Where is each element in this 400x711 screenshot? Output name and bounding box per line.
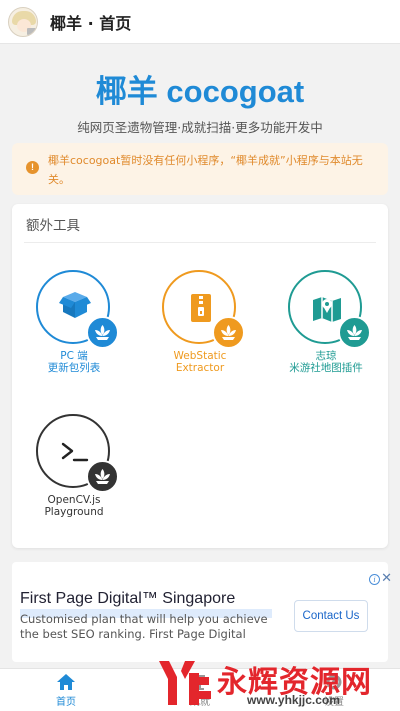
ad-headline[interactable]: First Page Digital™ Singapore (20, 590, 235, 608)
nav-item-home[interactable]: 首页 (16, 669, 116, 711)
card-title: 额外工具 (26, 218, 80, 234)
close-icon[interactable]: ✕ (381, 571, 392, 586)
hero-subtitle: 纯网页圣遗物管理·成就扫描·更多功能开发中 (77, 120, 323, 135)
page-title: 椰羊 · 首页 (50, 13, 132, 33)
watermark: 永辉资源网 www.yhkjjc.com (155, 655, 400, 711)
tool-label: 志琼 米游社地图插件 (289, 350, 363, 374)
lotus-badge-icon (338, 316, 371, 349)
info-icon: ! (26, 161, 39, 174)
ad-body: Customised plan that will help you achie… (20, 612, 268, 641)
avatar[interactable] (8, 6, 38, 37)
lotus-badge-icon (86, 316, 119, 349)
watermark-url: www.yhkjjc.com (247, 693, 340, 707)
hero-title: 椰羊 cocogoat (95, 74, 305, 109)
notice-text: 椰羊cocogoat暂时没有任何小程序，“椰羊成就”小程序与本站无关。 (48, 154, 363, 186)
tool-label: WebStatic Extractor (173, 350, 227, 374)
tool-map-plugin[interactable]: 志琼 米游社地图插件 (266, 270, 386, 380)
tools-card: 额外工具 PC 端更新包列表 WebStatic Extractor 志琼 米游… (12, 204, 388, 548)
divider (24, 242, 376, 243)
nav-label: 首页 (56, 697, 76, 708)
notice-banner: ! 椰羊cocogoat暂时没有任何小程序，“椰羊成就”小程序与本站无关。 (12, 143, 388, 195)
contact-us-button[interactable]: Contact Us (294, 600, 368, 632)
home-icon (57, 674, 75, 690)
lotus-badge-icon (86, 460, 119, 493)
watermark-logo-icon (159, 661, 211, 705)
tool-label: OpenCV.js Playground (44, 494, 104, 518)
device-badge-icon (27, 27, 36, 35)
top-bar: 椰羊 · 首页 (0, 0, 400, 44)
tool-webstatic-extractor[interactable]: WebStatic Extractor (140, 270, 260, 380)
tool-opencv-playground[interactable]: OpenCV.js Playground (14, 414, 134, 524)
tool-label: PC 端更新包列表 (47, 350, 101, 374)
ad-banner[interactable]: i ✕ First Page Digital™ Singapore Custom… (12, 562, 392, 662)
lotus-badge-icon (212, 316, 245, 349)
tool-pc-updates[interactable]: PC 端更新包列表 (14, 270, 134, 380)
ad-info-icon[interactable]: i (369, 574, 380, 585)
